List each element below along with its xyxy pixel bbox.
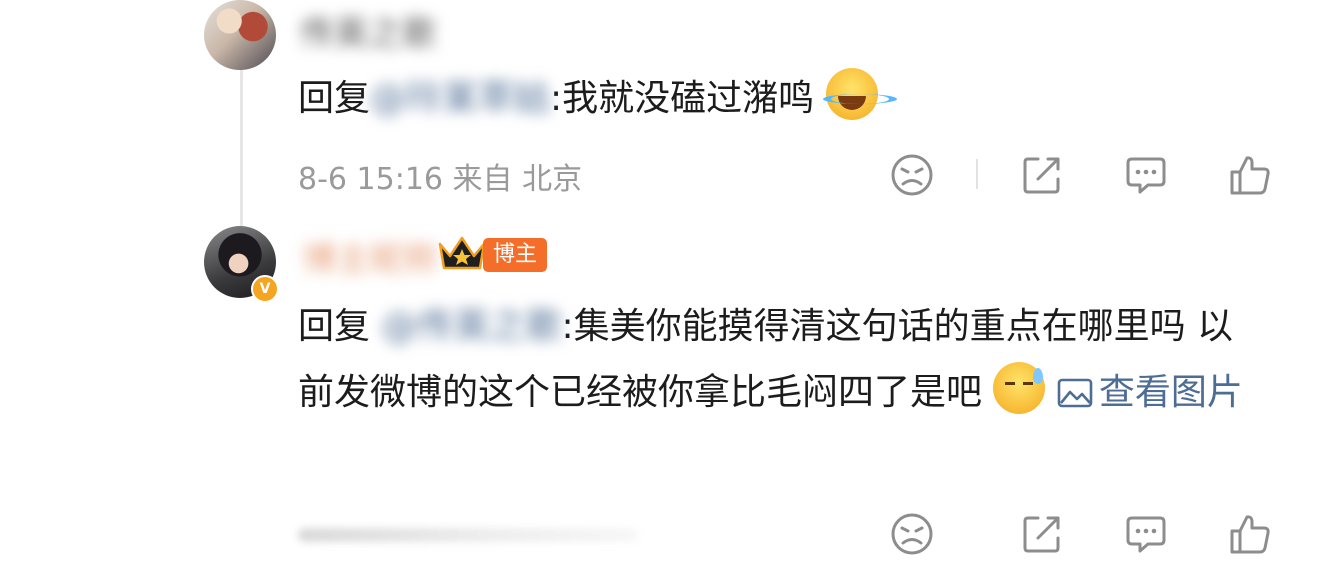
dislike-icon[interactable] (890, 153, 934, 197)
username[interactable]: 传英之歌 (300, 6, 436, 55)
reply-prefix: 回复 (298, 306, 371, 347)
comment-icon[interactable] (1124, 153, 1168, 197)
dislike-icon[interactable] (890, 512, 934, 556)
view-image-label: 查看图片 (1098, 372, 1243, 413)
location: 来自 北京 (452, 162, 583, 197)
comment-meta (298, 520, 638, 550)
mention-link[interactable]: @玲某萃姑 (370, 78, 550, 119)
comment-body: :我就没磕过潴鸣 (550, 78, 815, 119)
avatar[interactable] (204, 0, 276, 70)
comment-actions (888, 153, 1280, 197)
sweat-emoji (993, 362, 1046, 414)
reply-prefix: 回复 (298, 78, 371, 119)
laughing-crying-emoji (822, 68, 897, 120)
blurred-meta (298, 528, 638, 542)
share-icon[interactable] (1020, 512, 1064, 556)
blogger-badge: 博主 (483, 238, 548, 272)
share-icon[interactable] (1020, 153, 1064, 197)
divider (976, 159, 978, 189)
thread-line (240, 66, 243, 226)
like-icon[interactable] (1228, 512, 1272, 556)
comment-text: 回复@玲某萃姑:我就没磕过潴鸣 (298, 66, 897, 132)
comment-actions (888, 512, 1280, 556)
username[interactable]: 博主昵称 (302, 232, 438, 281)
comment-meta: 8-6 15:16 来自 北京 (298, 154, 582, 198)
image-icon (1057, 378, 1093, 408)
like-icon[interactable] (1228, 153, 1272, 197)
comment-text: 回复 @传英之歌:集美你能摸得清这句话的重点在哪里吗 以前发微博的这个已经被你拿… (298, 294, 1268, 426)
verified-badge: V (251, 275, 279, 303)
timestamp: 8-6 15:16 (298, 162, 443, 197)
comment-icon[interactable] (1124, 512, 1168, 556)
crown-icon (436, 234, 488, 274)
view-image-link[interactable]: 查看图片 (1057, 372, 1243, 413)
mention-link[interactable]: @传英之歌 (381, 306, 561, 347)
